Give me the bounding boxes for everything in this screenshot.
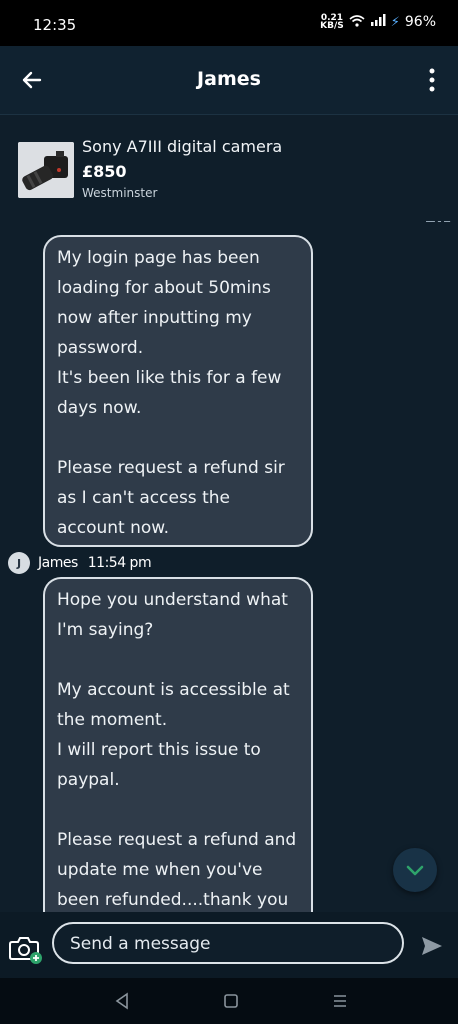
message-bubble[interactable]: My login page has been loading for about…: [43, 235, 313, 547]
camera-button[interactable]: [9, 932, 43, 966]
nav-home-button[interactable]: [223, 993, 239, 1009]
nav-recents-button[interactable]: [332, 992, 348, 1010]
nav-back-button[interactable]: [114, 992, 130, 1010]
listing-title: Sony A7III digital camera: [82, 137, 283, 156]
status-indicators: 0.21 KB/S ⚡ 96%: [320, 13, 436, 31]
camera-photo-icon: [18, 142, 74, 198]
cut-off-timestamp: ــ ـ ـــ: [426, 214, 451, 225]
system-nav-bar: [0, 978, 458, 1024]
wifi-icon: [349, 14, 365, 30]
scroll-to-bottom-button[interactable]: [393, 848, 437, 892]
message-bubble[interactable]: Hope you understand what I'm saying? My …: [43, 577, 313, 922]
message-input[interactable]: Send a message: [52, 922, 404, 964]
listing-thumbnail: [18, 142, 74, 198]
status-bar: 12:35 0.21 KB/S ⚡ 96%: [0, 0, 458, 46]
listing-location: Westminster: [82, 186, 158, 200]
triangle-back-icon: [115, 992, 128, 1010]
more-vertical-icon: [429, 68, 435, 92]
status-time: 12:35: [33, 16, 77, 34]
square-home-icon: [224, 994, 238, 1008]
message-time: 11:54 pm: [87, 555, 152, 571]
chat-header: James: [0, 46, 458, 115]
menu-lines-icon: [334, 995, 346, 1007]
sender-name: James: [38, 555, 78, 571]
listing-price: £850: [82, 162, 127, 181]
signal-icon: [370, 14, 386, 30]
send-icon: [422, 937, 442, 955]
charging-icon: ⚡: [390, 14, 400, 30]
avatar[interactable]: J: [8, 552, 30, 574]
more-options-button[interactable]: [422, 66, 442, 94]
send-button[interactable]: [420, 934, 444, 958]
network-speed: 0.21 KB/S: [320, 13, 344, 31]
chat-title: James: [197, 68, 261, 90]
camera-add-icon: [9, 937, 42, 964]
message-composer: Send a message: [0, 912, 458, 978]
listing-card[interactable]: Sony A7III digital camera £850 Westminst…: [0, 115, 458, 215]
message-input-placeholder: Send a message: [70, 934, 211, 954]
chevron-down-icon: [406, 865, 424, 876]
battery-level: 96%: [404, 14, 436, 30]
message-sender-row: J James 11:54 pm: [8, 551, 152, 575]
